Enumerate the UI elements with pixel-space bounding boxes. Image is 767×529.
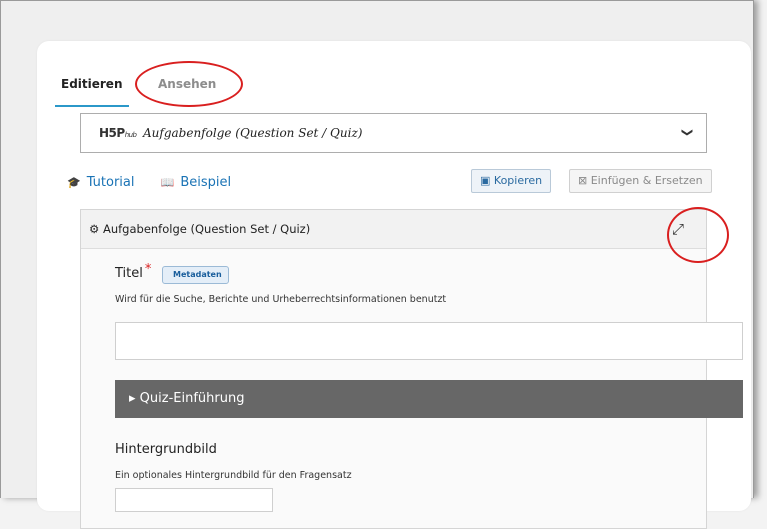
background-image-add-button[interactable] bbox=[115, 488, 273, 512]
editor-tabs: Editieren Ansehen bbox=[55, 77, 455, 109]
quiz-intro-section[interactable]: ▸ Quiz-Einführung bbox=[115, 380, 743, 418]
content-type-title: Aufgabenfolge (Question Set / Quiz) bbox=[143, 126, 363, 140]
expand-icon[interactable]: ⤢ bbox=[672, 220, 684, 238]
metadata-button[interactable]: Metadaten bbox=[162, 266, 229, 284]
chevron-down-icon[interactable]: ❯ bbox=[681, 128, 694, 137]
required-mark: * bbox=[144, 262, 152, 277]
tab-edit[interactable]: Editieren bbox=[55, 77, 128, 107]
example-link[interactable]: 📖 Beispiel bbox=[161, 175, 231, 190]
title-description: Wird für die Suche, Berichte und Urheber… bbox=[115, 294, 447, 305]
tab-view[interactable]: Ansehen bbox=[158, 77, 216, 91]
paste-replace-button[interactable]: ⊠ Einfügen & Ersetzen bbox=[569, 169, 712, 193]
title-label: Titel * bbox=[115, 262, 152, 281]
panel-header: ⚙ Aufgabenfolge (Question Set / Quiz) ⤢ bbox=[81, 210, 706, 249]
clipboard-icon: ▣ bbox=[480, 174, 491, 187]
background-image-label: Hintergrundbild bbox=[115, 442, 217, 457]
help-links: 🎓 Tutorial 📖 Beispiel bbox=[67, 175, 253, 190]
tutorial-link[interactable]: 🎓 Tutorial bbox=[67, 175, 135, 190]
h5p-hub-logo: H5Phub bbox=[99, 126, 137, 140]
editor-card: Editieren Ansehen H5Phub Aufgabenfolge (… bbox=[37, 41, 751, 529]
title-input[interactable] bbox=[115, 322, 743, 360]
background-image-description: Ein optionales Hintergrundbild für den F… bbox=[115, 470, 352, 481]
content-panel: ⚙ Aufgabenfolge (Question Set / Quiz) ⤢ … bbox=[80, 209, 743, 529]
screenshot-frame: Editieren Ansehen H5Phub Aufgabenfolge (… bbox=[0, 0, 754, 529]
caret-right-icon: ▸ bbox=[129, 391, 136, 406]
clipboard-x-icon: ⊠ bbox=[578, 174, 588, 187]
copy-button[interactable]: ▣ Kopieren bbox=[471, 169, 552, 193]
book-icon: 📖 bbox=[160, 176, 175, 189]
mortarboard-icon: 🎓 bbox=[67, 176, 81, 189]
panel-title: ⚙ Aufgabenfolge (Question Set / Quiz) bbox=[89, 222, 311, 236]
content-type-selector[interactable]: H5Phub Aufgabenfolge (Question Set / Qui… bbox=[80, 113, 707, 153]
settings-icon: ⚙ bbox=[89, 222, 100, 236]
